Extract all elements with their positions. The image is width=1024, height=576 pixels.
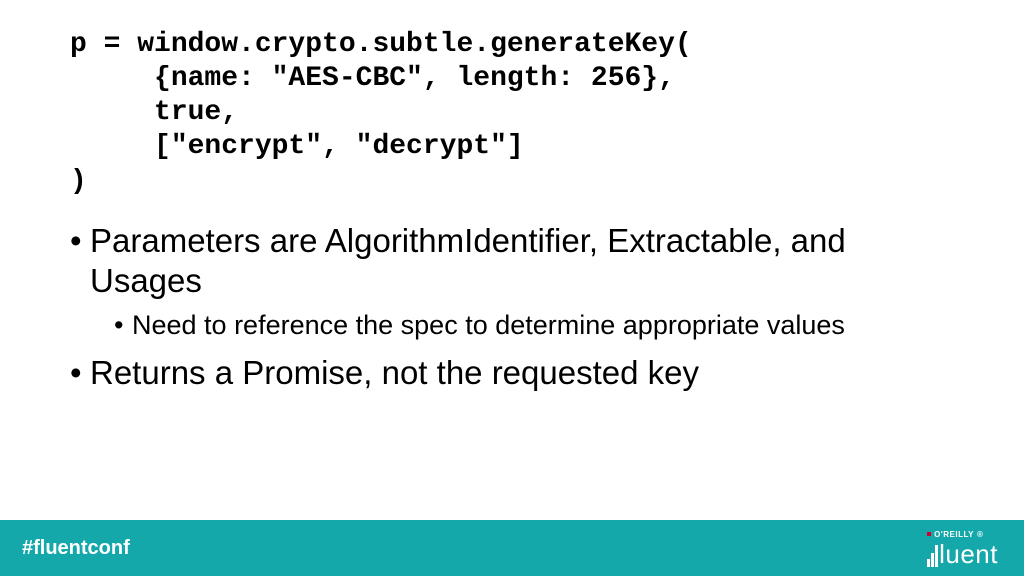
slide: p = window.crypto.subtle.generateKey( {n… <box>0 0 1024 576</box>
bullet-text: Returns a Promise, not the requested key <box>90 354 699 391</box>
fluent-logo: O'REILLY ® luent <box>927 530 1002 567</box>
sub-bullet-list: Need to reference the spec to determine … <box>114 309 954 343</box>
bullet-text: Parameters are AlgorithmIdentifier, Extr… <box>90 222 846 299</box>
code-block: p = window.crypto.subtle.generateKey( {n… <box>70 28 954 199</box>
oreilly-label: O'REILLY ® <box>927 530 983 539</box>
fluent-wordmark: luent <box>927 541 998 567</box>
bullet-item: Returns a Promise, not the requested key <box>70 353 954 393</box>
slide-content: p = window.crypto.subtle.generateKey( {n… <box>0 0 1024 393</box>
registered-mark: ® <box>977 530 983 539</box>
hashtag-label: #fluentconf <box>22 537 130 560</box>
oreilly-dot-icon <box>927 532 931 536</box>
fluent-bars-icon <box>927 545 938 567</box>
footer-bar: #fluentconf O'REILLY ® luent <box>0 520 1024 576</box>
sub-bullet-item: Need to reference the spec to determine … <box>114 309 954 343</box>
bullet-item: Parameters are AlgorithmIdentifier, Extr… <box>70 221 954 343</box>
sub-bullet-text: Need to reference the spec to determine … <box>132 310 845 340</box>
fluent-text: luent <box>939 541 998 567</box>
bullet-list: Parameters are AlgorithmIdentifier, Extr… <box>70 221 954 394</box>
oreilly-text: O'REILLY <box>934 530 974 539</box>
